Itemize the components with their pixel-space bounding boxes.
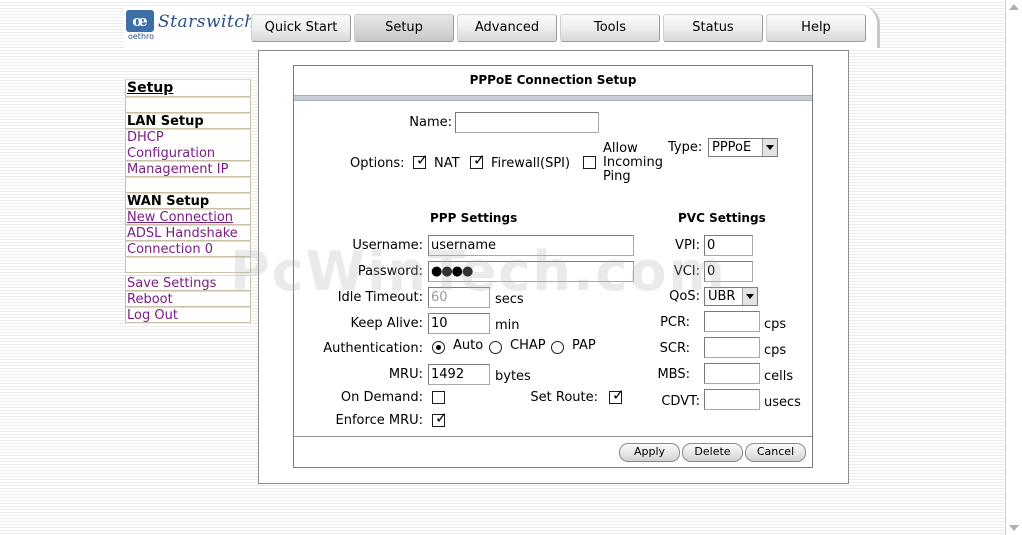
idle-timeout-input[interactable]: [428, 287, 490, 308]
name-label: Name:: [409, 115, 452, 130]
set-route-label: Set Route:: [530, 390, 598, 405]
pcr-input[interactable]: [704, 311, 760, 332]
chevron-down-icon: [762, 139, 777, 156]
sidebar-item-dhcp[interactable]: DHCP Configuration: [125, 129, 251, 161]
password-label: Password:: [357, 264, 423, 279]
sidebar-item-management-ip[interactable]: Management IP: [125, 161, 251, 177]
sidebar-item-logout[interactable]: Log Out: [125, 307, 251, 323]
firewall-label: Firewall(SPI): [491, 156, 571, 171]
mbs-input[interactable]: [704, 363, 760, 384]
nat-label: NAT: [434, 156, 460, 171]
mru-input[interactable]: [428, 364, 490, 385]
nat-checkbox[interactable]: ✓: [413, 152, 429, 169]
logo-company: oethro: [127, 32, 155, 41]
keep-alive-label: Keep Alive:: [350, 316, 423, 331]
check-icon: ✓: [473, 151, 486, 169]
scroll-down-icon[interactable]: [1009, 525, 1019, 531]
mru-unit: bytes: [495, 369, 531, 384]
username-label: Username:: [352, 238, 423, 253]
vci-label: VCI:: [673, 264, 700, 279]
qos-select-value: UBR: [708, 289, 736, 304]
on-demand-label: On Demand:: [340, 390, 423, 405]
brand-logo: œ oethro Starswitch: [126, 10, 255, 46]
qos-select[interactable]: UBR: [704, 287, 758, 306]
mbs-unit: cells: [764, 369, 794, 384]
mru-label: MRU:: [388, 367, 423, 382]
sidebar-spacer: [125, 97, 251, 113]
sidebar-spacer: [125, 257, 251, 273]
options-label: Options:: [350, 156, 405, 171]
tab-tools[interactable]: Tools: [560, 14, 660, 42]
allow-ping-checkbox[interactable]: [583, 156, 596, 169]
password-input[interactable]: [428, 261, 634, 282]
delete-button[interactable]: Delete: [682, 443, 743, 462]
qos-label: QoS:: [669, 289, 700, 304]
tab-setup[interactable]: Setup: [354, 14, 454, 42]
username-input[interactable]: [428, 235, 634, 256]
sidebar-item-adsl-handshake[interactable]: ADSL Handshake: [125, 225, 251, 241]
scr-unit: cps: [764, 343, 787, 358]
authentication-label: Authentication:: [323, 341, 423, 356]
auth-chap-radio[interactable]: [489, 341, 502, 354]
idle-timeout-label: Idle Timeout:: [337, 290, 423, 305]
footer-divider: [294, 436, 812, 437]
scroll-up-icon[interactable]: [1009, 4, 1019, 10]
mbs-label: MBS:: [657, 367, 690, 382]
auth-chap-label: CHAP: [510, 338, 546, 353]
vertical-scrollbar[interactable]: [1005, 0, 1022, 535]
cancel-button[interactable]: Cancel: [745, 443, 806, 462]
vpi-label: VPI:: [675, 238, 700, 253]
allow-ping-label: Allow Incoming Ping: [603, 141, 663, 184]
cdvt-input[interactable]: [704, 389, 760, 410]
check-icon: ✓: [416, 151, 429, 169]
radio-selected-icon: [436, 345, 441, 350]
sidebar-header-lan: LAN Setup: [125, 113, 251, 129]
pcr-unit: cps: [764, 317, 787, 332]
keep-alive-unit: min: [495, 318, 520, 333]
firewall-checkbox[interactable]: ✓: [470, 152, 486, 169]
tab-help[interactable]: Help: [766, 14, 866, 42]
enforce-mru-label: Enforce MRU:: [335, 413, 423, 428]
name-input[interactable]: [455, 112, 599, 133]
set-route-checkbox[interactable]: ✓: [609, 387, 625, 404]
type-label: Type:: [668, 140, 703, 155]
sidebar-item-new-connection[interactable]: New Connection: [125, 209, 251, 225]
logo-brand-name: Starswitch: [158, 12, 256, 32]
pvc-settings-header: PVC Settings: [678, 211, 766, 225]
on-demand-checkbox[interactable]: [432, 391, 445, 404]
type-select-value: PPPoE: [712, 140, 752, 155]
title-divider: [294, 95, 812, 101]
sidebar-header-wan: WAN Setup: [125, 193, 251, 209]
auth-auto-radio[interactable]: [432, 341, 445, 354]
idle-timeout-unit: secs: [495, 292, 524, 307]
apply-button[interactable]: Apply: [619, 443, 680, 462]
chevron-down-icon: [742, 288, 757, 305]
sidebar-item-save-settings[interactable]: Save Settings: [125, 275, 251, 291]
scr-label: SCR:: [659, 341, 690, 356]
keep-alive-input[interactable]: [428, 313, 490, 334]
scr-input[interactable]: [704, 337, 760, 358]
vpi-input[interactable]: [704, 235, 753, 256]
auth-auto-label: Auto: [453, 338, 484, 353]
enforce-mru-checkbox[interactable]: ✓: [432, 410, 448, 427]
check-icon: ✓: [612, 386, 625, 404]
tab-status[interactable]: Status: [663, 14, 763, 42]
sidebar-item-connection-0[interactable]: Connection 0: [125, 241, 251, 257]
form-title: PPPoE Connection Setup: [469, 73, 637, 87]
cdvt-label: CDVT:: [661, 394, 700, 409]
cdvt-unit: usecs: [764, 395, 801, 410]
pcr-label: PCR:: [660, 315, 690, 330]
tab-quick-start[interactable]: Quick Start: [251, 14, 351, 42]
sidebar-title[interactable]: Setup: [125, 79, 251, 97]
sidebar-item-reboot[interactable]: Reboot: [125, 291, 251, 307]
check-icon: ✓: [435, 409, 448, 427]
logo-mark-icon: œ: [126, 10, 154, 32]
type-select[interactable]: PPPoE: [708, 138, 778, 157]
auth-pap-label: PAP: [572, 338, 596, 353]
auth-pap-radio[interactable]: [551, 341, 564, 354]
ppp-settings-header: PPP Settings: [430, 211, 518, 225]
vci-input[interactable]: [704, 261, 753, 282]
sidebar-spacer: [125, 177, 251, 193]
tab-advanced[interactable]: Advanced: [457, 14, 557, 42]
